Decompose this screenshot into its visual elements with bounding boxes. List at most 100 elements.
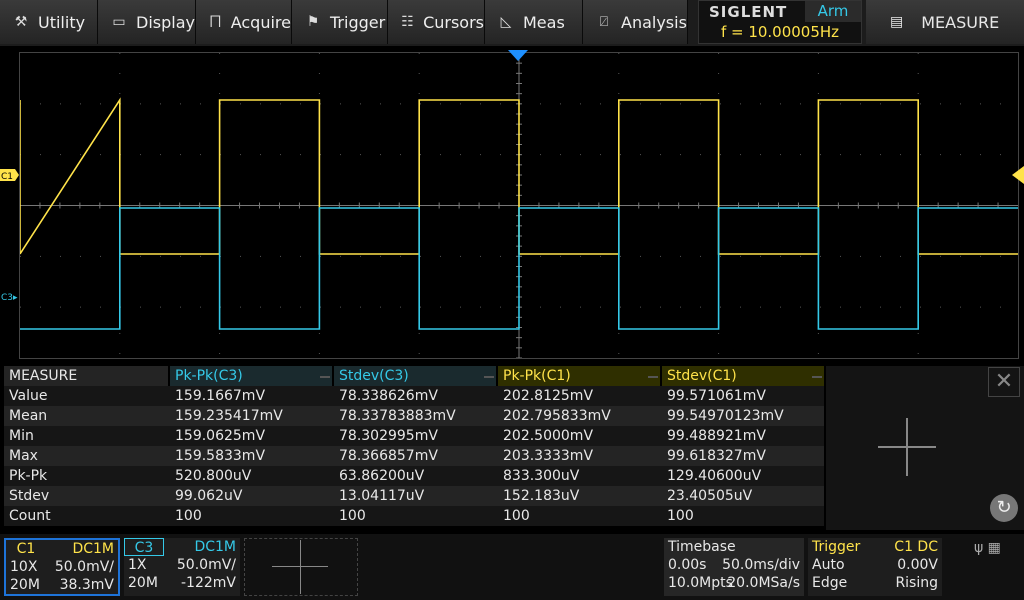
channel-c3-box[interactable]: C3 DC1M 1X 50.0mV/ 20M -122mV [124, 538, 240, 596]
c3-offset: -122mV [181, 575, 236, 591]
trigger-position-marker[interactable] [508, 50, 528, 62]
menu-label: Cursors [423, 12, 484, 32]
measure-row: Max 159.5833mV 78.366857mV 203.3333mV 99.618… [4, 446, 824, 466]
measure-value: 833.300uV [503, 468, 580, 484]
measure-value: 78.338626mV [339, 388, 438, 404]
menu-analysis-button[interactable]: ⍁ Analysis [583, 0, 688, 44]
timebase-scale: 50.0ms/div [722, 557, 800, 573]
c3-coupling: DC1M [194, 539, 236, 555]
add-measure-icon-vertical[interactable] [906, 418, 908, 476]
trigger-level-marker[interactable] [1010, 166, 1024, 184]
measure-row-label: Mean [9, 408, 48, 424]
measure-panel-label: MEASURE [921, 12, 1000, 32]
trigger-level: 0.00V [897, 557, 938, 573]
measure-row: Stdev 99.062uV 13.04117uV 152.183uV 23.40505… [4, 486, 824, 506]
column-menu-icon[interactable] [812, 376, 822, 378]
c1-bandwidth: 20M [10, 577, 40, 593]
menu-label: Display [136, 12, 195, 32]
measure-value: 23.40505uV [667, 488, 753, 504]
analysis-icon: ⍁ [599, 14, 609, 30]
acquisition-state[interactable]: Arm [805, 1, 861, 22]
menu-label: Acquire [230, 12, 291, 32]
column-menu-icon[interactable] [648, 376, 658, 378]
frequency-counter: f = 10.00005Hz [720, 23, 840, 41]
c1-level-marker[interactable]: C1 [0, 168, 19, 182]
measure-value: 100 [175, 508, 202, 524]
waveform-display[interactable] [19, 52, 1019, 359]
measure-value: 100 [667, 508, 694, 524]
menu-label: Analysis [621, 12, 687, 32]
refresh-icon[interactable]: ↻ [990, 494, 1018, 522]
memory-depth: 10.0Mpts [668, 575, 733, 591]
c3-marker-label: C3 [1, 293, 14, 303]
timebase-delay: 0.00s [668, 557, 707, 573]
measure-value: 159.235417mV [175, 408, 283, 424]
measure-value: 99.54970123mV [667, 408, 784, 424]
menu-label: Meas [523, 12, 565, 32]
c1-probe: 10X [10, 559, 38, 575]
menu-display-button[interactable]: ▭ Display [98, 0, 196, 44]
c1-scale: 50.0mV/ [54, 559, 114, 575]
measure-value: 63.86200uV [339, 468, 425, 484]
menu-utility-button[interactable]: ⚒ Utility [0, 0, 98, 44]
menu-label: Trigger [330, 12, 386, 32]
trigger-source: C1 DC [894, 539, 938, 555]
measure-column-header[interactable]: Pk-Pk(C3) [170, 366, 332, 386]
usb-icon: ψ ▦ [974, 540, 1001, 556]
brand-logo: SIGLENT [709, 3, 788, 21]
measure-row: Value 159.1667mV 78.338626mV 202.8125mV 99.5… [4, 386, 824, 406]
measure-value: 159.0625mV [175, 428, 266, 444]
trigger-slope: Rising [895, 575, 938, 591]
measure-column-header[interactable]: Stdev(C3) [334, 366, 496, 386]
measure-value: 129.40600uV [667, 468, 762, 484]
measure-value: 99.618327mV [667, 448, 766, 464]
measure-row-label: Stdev [9, 488, 50, 504]
measure-value: 203.3333mV [503, 448, 594, 464]
measure-value: 13.04117uV [339, 488, 425, 504]
c3-scale: 50.0mV/ [176, 557, 236, 573]
column-menu-icon[interactable] [320, 376, 330, 378]
channel-c1-box[interactable]: C1 DC1M 10X 50.0mV/ 20M 38.3mV [4, 538, 120, 596]
add-channel-slot[interactable] [244, 538, 358, 596]
measure-value: 159.5833mV [175, 448, 266, 464]
c3-label: C3 [124, 538, 164, 556]
c3-trace [20, 207, 1018, 330]
measure-column-header[interactable]: Stdev(C1) [662, 366, 824, 386]
trigger-panel[interactable]: Trigger C1 DC Auto 0.00V Edge Rising [808, 538, 942, 596]
sample-rate: 20.0MSa/s [727, 575, 800, 591]
close-icon[interactable]: ✕ [988, 367, 1020, 397]
measure-value: 78.33783883mV [339, 408, 456, 424]
measure-column-header[interactable]: Pk-Pk(C1) [498, 366, 660, 386]
menu-trigger-button[interactable]: ⚑ Trigger [292, 0, 388, 44]
trigger-mode: Auto [812, 557, 845, 573]
menu-acquire-button[interactable]: ⨅ Acquire [196, 0, 292, 44]
waveform-grid [20, 53, 1018, 358]
menu-label: Utility [38, 12, 86, 32]
column-menu-icon[interactable] [484, 376, 494, 378]
measure-value: 202.795833mV [503, 408, 611, 424]
acquire-icon: ⨅ [209, 14, 221, 30]
c1-coupling: DC1M [72, 541, 114, 557]
trigger-flag-icon: ⚑ [306, 14, 320, 30]
measure-value: 202.5000mV [503, 428, 594, 444]
c3-bandwidth: 20M [128, 575, 158, 591]
measure-panel-tab[interactable]: ▤ MEASURE [866, 0, 1024, 44]
measure-value: 100 [503, 508, 530, 524]
measure-value: 99.062uV [175, 488, 243, 504]
measure-value: 100 [339, 508, 366, 524]
c3-level-marker[interactable]: C3▸ [1, 293, 18, 303]
measure-value: 202.8125mV [503, 388, 594, 404]
timebase-panel[interactable]: Timebase 0.00s 50.0ms/div 10.0Mpts 20.0M… [664, 538, 804, 596]
measure-value: 78.366857mV [339, 448, 438, 464]
measure-row-label: Pk-Pk [9, 468, 48, 484]
menu-cursors-button[interactable]: ☷ Cursors [388, 0, 485, 44]
clipboard-icon: ▤ [890, 14, 904, 30]
measure-row-label: Value [9, 388, 48, 404]
c3-probe: 1X [128, 557, 147, 573]
menu-meas-button[interactable]: ◺ Meas [485, 0, 583, 44]
measure-value: 152.183uV [503, 488, 580, 504]
measure-value: 520.800uV [175, 468, 252, 484]
measure-icon: ◺ [500, 14, 512, 30]
add-channel-icon-vertical [300, 540, 301, 594]
measure-value: 99.571061mV [667, 388, 766, 404]
